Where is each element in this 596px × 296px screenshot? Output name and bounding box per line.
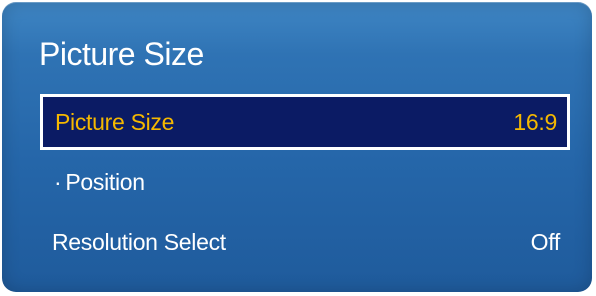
menu-item-label-wrap: · Position [54, 169, 145, 196]
menu-item-label: Position [65, 168, 145, 195]
menu-panel: Picture Size Picture Size 16:9 · Position… [2, 2, 592, 292]
menu-item-picture-size[interactable]: Picture Size 16:9 [40, 94, 570, 150]
menu-item-resolution-select[interactable]: Resolution Select Off [40, 214, 570, 270]
menu-title: Picture Size [39, 36, 204, 72]
bullet-icon: · [54, 168, 62, 195]
menu-item-label: Picture Size [55, 108, 175, 135]
menu-item-position[interactable]: · Position [40, 154, 570, 210]
menu-item-value: Off [530, 228, 561, 255]
menu-item-value: 16:9 [513, 108, 557, 135]
menu-item-label: Resolution Select [52, 228, 226, 255]
